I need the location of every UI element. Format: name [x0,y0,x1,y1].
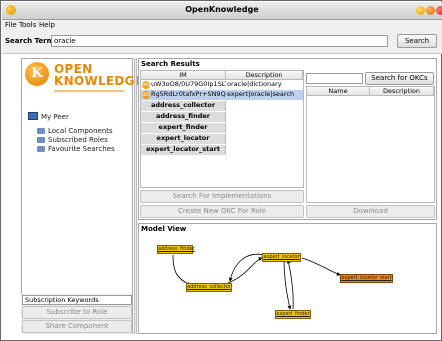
openknowledge-logo: K OPEN KNOWLEDGE [23,60,143,106]
im-cell: uW3oO8/0U79G0Ip1SLT [151,80,226,88]
subscribe-to-role-button[interactable]: Subscribe to Role [22,306,132,319]
tree-item-my-peer[interactable]: My Peer [41,113,69,121]
column-header-im[interactable]: IM [141,71,226,80]
role-cell: expert_locator [141,134,226,144]
share-component-button[interactable]: Share Component [22,320,132,333]
role-row[interactable]: expert_locator [141,134,303,144]
maximize-icon[interactable] [426,6,435,15]
search-results-title: Search Results [141,60,200,68]
menu-help[interactable]: Help [39,21,55,29]
search-okcs-button[interactable]: Search for OKCs [365,72,434,85]
app-window: OpenKnowledge File Tools Help Search Ter… [0,0,442,341]
menu-file[interactable]: File [5,21,17,29]
im-cell: Rg5RdLr0tafxPr+SN9Ql [151,90,226,98]
create-okc-button[interactable]: Create New OKC For Role [140,205,304,218]
model-node-address-collector[interactable]: address_collector [186,283,232,292]
role-row[interactable]: address_finder [141,112,303,122]
tree-item-subscribed-roles[interactable]: Subscribed Roles [48,136,108,144]
minimize-icon[interactable] [416,6,425,15]
close-icon[interactable] [436,6,442,15]
folder-icon [37,137,45,143]
search-button[interactable]: Search [397,34,437,48]
okc-icon: OKC [142,81,151,89]
model-node-expert-locator[interactable]: expert_locator [262,253,301,262]
role-cell: expert_finder [141,123,226,133]
okc-icon: OKC [142,91,151,99]
column-header-name[interactable]: Name [307,87,370,96]
model-node-expert-finder[interactable]: expert_finder [275,310,311,319]
role-row[interactable]: address_collector [141,101,303,111]
menu-bar: File Tools Help [2,20,442,31]
role-cell: address_collector [141,101,226,111]
table-row[interactable]: OKC uW3oO8/0U79G0Ip1SLT oracle|dictionar… [141,80,303,90]
role-row[interactable]: expert_finder [141,123,303,133]
search-implementations-button[interactable]: Search For Implementations [140,190,304,203]
results-table: IM Description OKC uW3oO8/0U79G0Ip1SLT o… [140,70,304,188]
role-cell: address_finder [141,112,226,122]
folder-icon [37,146,45,152]
okc-table: Name Description [306,86,435,203]
download-button[interactable]: Download [306,205,435,218]
logo-text: KNOWLEDGE [54,74,144,88]
description-cell: expert|oracle|search [227,90,295,98]
okc-search-input[interactable] [306,73,363,84]
computer-icon [28,112,38,120]
column-header-description[interactable]: Description [370,87,434,96]
model-node-address-finder[interactable]: address_finder [157,245,195,254]
search-bar: Search Terms: oracle Search [2,31,442,54]
role-row[interactable]: expert_locator_start [141,145,303,155]
logo-icon: K [25,62,49,86]
column-header-description[interactable]: Description [226,71,303,80]
title-bar: OpenKnowledge [2,2,442,20]
description-cell: oracle|dictionary [227,80,282,88]
menu-tools[interactable]: Tools [19,21,36,29]
window-title: OpenKnowledge [185,5,259,14]
logo-underline [54,90,124,92]
panel-splitter[interactable] [134,58,137,334]
role-cell: expert_locator_start [141,145,226,155]
table-row[interactable]: OKC Rg5RdLr0tafxPr+SN9Ql expert|oracle|s… [141,90,303,100]
tree-item-local-components[interactable]: Local Components [48,127,113,135]
subscription-keywords-field[interactable]: Subscription Keywords [22,295,132,305]
folder-icon [37,128,45,134]
tree-item-favourite-searches[interactable]: Favourite Searches [48,145,115,153]
model-node-expert-locator-start[interactable]: expert_locator_start [340,274,393,283]
search-input[interactable]: oracle [51,35,388,47]
